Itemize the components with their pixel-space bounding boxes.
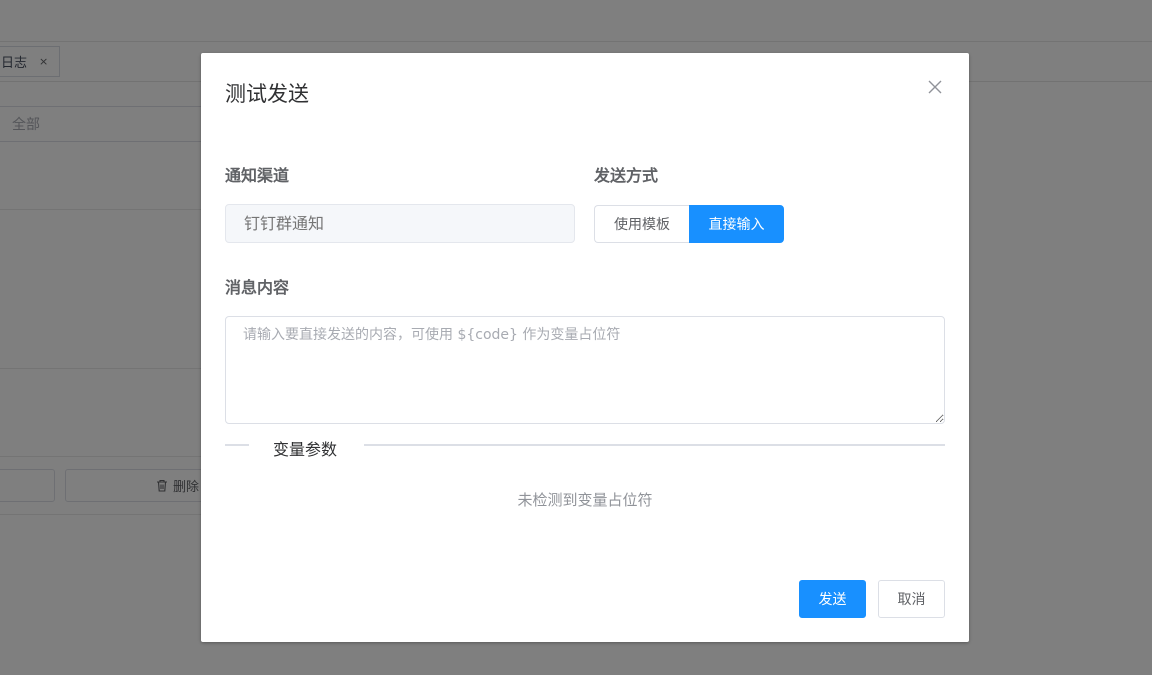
close-icon[interactable] [925,77,945,97]
radio-direct-input[interactable]: 直接输入 [689,205,784,243]
radio-use-template[interactable]: 使用模板 [594,205,689,243]
divider-line [364,444,945,446]
divider-line [225,444,249,446]
message-content-textarea[interactable] [225,316,945,424]
channel-label: 通知渠道 [225,166,290,185]
dialog-title: 测试发送 [225,82,309,106]
variables-divider-title: 变量参数 [273,440,338,459]
test-send-dialog: 测试发送 通知渠道 发送方式 使用模板 直接输入 消息内容 变量参数 未检测到变… [201,53,969,642]
cancel-button[interactable]: 取消 [878,580,945,618]
message-content-label: 消息内容 [225,278,290,297]
send-button[interactable]: 发送 [799,580,866,618]
channel-input[interactable] [225,204,575,243]
send-mode-label: 发送方式 [594,166,659,185]
variables-empty-text: 未检测到变量占位符 [517,491,653,509]
send-mode-radio-group: 使用模板 直接输入 [594,205,784,243]
